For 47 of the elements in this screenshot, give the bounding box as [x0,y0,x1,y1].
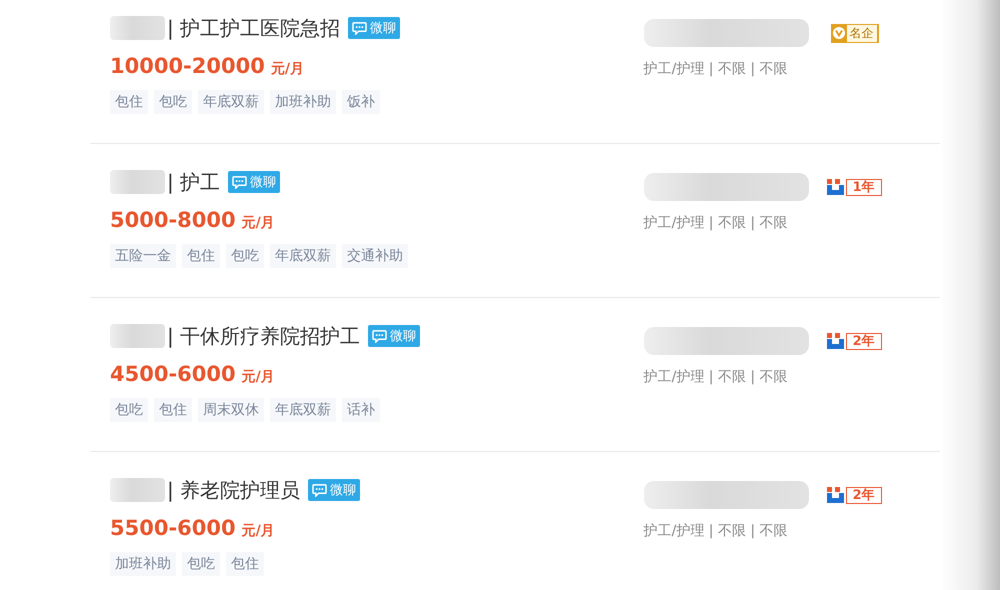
salary-unit: 元/月 [242,368,275,386]
speech-bubble-icon [232,176,248,188]
job-category-info: 护工/护理 | 不限 | 不限 [644,60,789,78]
job-title[interactable]: | 养老院护理员 [167,476,300,504]
benefit-tag: 包吃 [110,398,148,422]
benefit-tag: 包住 [154,398,192,422]
blurred-company-name [110,170,165,194]
speech-bubble-icon [352,22,368,34]
benefit-tag: 包吃 [226,244,264,268]
salary: 5000-8000 [110,208,236,232]
blurred-company-name [110,16,165,40]
benefit-tag: 包住 [226,552,264,576]
blurred-company-name [110,324,165,348]
famous-company-badge: 名企 [830,24,879,42]
logo-icon [826,333,845,349]
logo-icon [826,487,845,503]
benefit-tag: 年底双薪 [270,398,336,422]
salary: 5500-6000 [110,516,236,540]
benefit-tag: 年底双薪 [198,90,264,114]
job-category-info: 护工/护理 | 不限 | 不限 [644,368,789,386]
benefit-tag: 包住 [182,244,220,268]
job-category-info: 护工/护理 | 不限 | 不限 [644,522,789,540]
blurred-company-name [110,478,165,502]
job-title[interactable]: | 干休所疗养院招护工 [167,322,360,350]
salary-unit: 元/月 [270,60,304,78]
salary: 4500-6000 [110,362,236,386]
logo-icon [826,179,845,195]
benefit-tag: 年底双薪 [270,244,336,268]
speech-bubble-icon [312,484,328,496]
salary-unit: 元/月 [242,214,275,232]
benefit-tag: 加班补助 [110,552,176,576]
job-title[interactable]: | 护工护工医院急招 [167,14,340,42]
benefit-tag: 五险一金 [110,244,176,268]
speech-bubble-icon [372,330,388,342]
job-title[interactable]: | 护工 [167,168,220,196]
salary: 10000-20000 [110,54,265,78]
v-icon [832,27,845,39]
benefit-tag: 包吃 [154,90,192,114]
job-category-info: 护工/护理 | 不限 | 不限 [644,214,789,232]
benefit-tag: 饭补 [342,90,380,114]
benefit-tag: 包吃 [182,552,220,576]
salary-unit: 元/月 [242,522,275,540]
benefit-tag: 包住 [110,90,148,114]
benefit-tag: 交通补助 [342,244,408,268]
benefit-tag: 话补 [342,398,380,422]
benefit-tag: 周末双休 [198,398,264,422]
benefit-tag: 加班补助 [270,90,336,114]
